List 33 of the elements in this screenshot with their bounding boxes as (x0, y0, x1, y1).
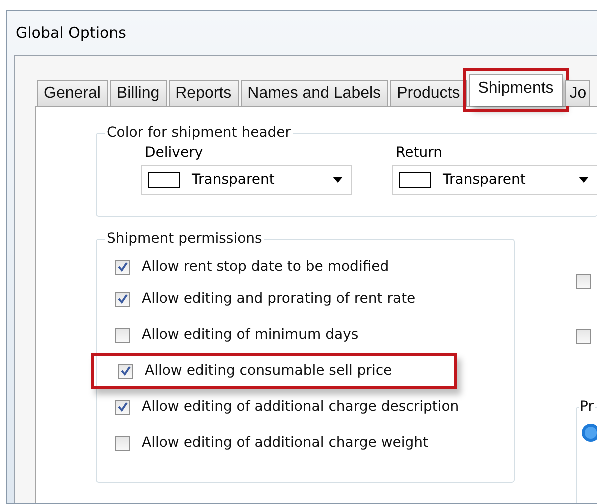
checkbox[interactable] (115, 260, 130, 274)
tab[interactable]: Names and Labels (240, 80, 388, 106)
field-label: Delivery (144, 145, 204, 161)
checkbox[interactable] (115, 436, 130, 450)
tab[interactable]: Products (390, 80, 468, 106)
group-title: Pr (579, 399, 595, 415)
color-swatch-icon (399, 172, 431, 188)
checkbox[interactable] (115, 328, 130, 342)
info-icon (581, 423, 597, 443)
group-title: Shipment permissions (106, 231, 264, 247)
color-dropdown[interactable]: Transparent (392, 165, 597, 195)
group-title: Color for shipment header (106, 125, 292, 141)
checkbox-label: Allow editing of minimum days (142, 327, 359, 343)
checkbox-label: Allow editing and prorating of rent rate (142, 291, 416, 307)
field-label: Return (395, 145, 444, 161)
checkbox[interactable] (115, 292, 130, 306)
tab[interactable]: Jo (564, 80, 590, 106)
checkbox-label: Allow editing consumable sell price (145, 363, 392, 379)
window-title: Global Options (16, 24, 126, 42)
checkbox[interactable] (115, 400, 130, 414)
tab[interactable]: General (37, 80, 108, 106)
checkbox-label: Allow editing of additional charge weight (142, 435, 429, 451)
tab[interactable]: Billing (110, 80, 167, 106)
caret-icon (333, 177, 343, 183)
checkbox[interactable] (576, 329, 591, 344)
caret-icon (579, 177, 589, 183)
checkbox-label: Allow editing of additional charge description (142, 399, 460, 415)
checkbox-label: Allow rent stop date to be modified (142, 259, 390, 275)
tab[interactable]: Reports (168, 80, 239, 106)
checkbox[interactable] (576, 274, 591, 289)
checkbox[interactable] (118, 364, 133, 378)
color-dropdown[interactable]: Transparent (141, 165, 352, 195)
color-swatch-icon (148, 172, 180, 188)
